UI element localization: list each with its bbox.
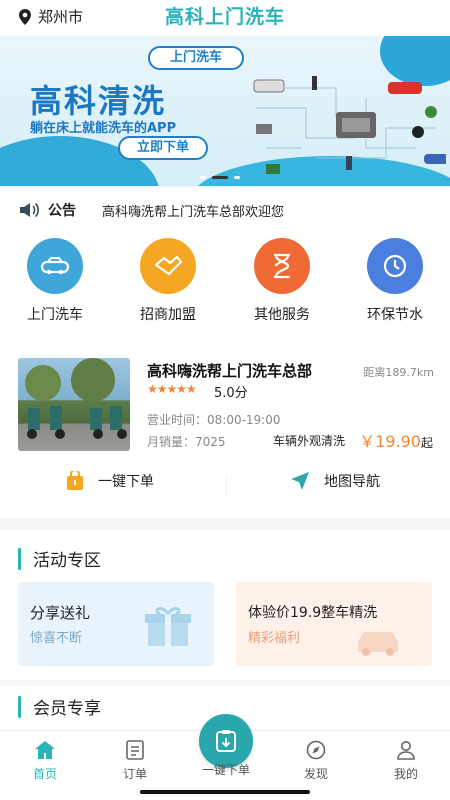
one-click-order-button[interactable]: 一键下单 — [66, 471, 154, 491]
page-title: 高科上门洗车 — [164, 6, 285, 28]
tab-orders[interactable]: 订单 — [100, 739, 170, 782]
banner-title: 高科清洗 — [30, 82, 167, 120]
rating-stars: ★★★★★ — [147, 382, 197, 396]
banner-illustration — [253, 76, 446, 174]
quick-item-label: 其他服务 — [254, 307, 310, 323]
bag-icon — [67, 471, 83, 490]
banner-tag: 上门洗车 — [148, 46, 244, 70]
activity-title: 活动专区 — [33, 551, 101, 571]
section-header: 会员专享 — [18, 694, 101, 719]
promo-title: 体验价19.9整车精洗 — [248, 605, 378, 621]
order-label: 一键下单 — [98, 474, 154, 490]
quick-item-eco[interactable]: 环保节水 — [340, 238, 450, 324]
promo-subtitle: 惊喜不断 — [30, 631, 83, 646]
service-price: ￥19.90起 — [359, 428, 433, 452]
hourglass-icon — [254, 238, 310, 294]
quick-menu: 上门洗车 招商加盟 其他服务 环保节水 — [0, 238, 450, 328]
main-card: 公告 高科嗨洗帮上门洗车总部欢迎您 上门洗车 招商加盟 其他服务 环保节水 高科… — [0, 188, 450, 518]
order-icon — [126, 740, 144, 760]
home-indicator — [140, 790, 310, 794]
price-suffix: 起 — [420, 436, 433, 450]
navigation-arrow-icon — [291, 472, 309, 490]
store-photo — [18, 358, 130, 451]
home-icon — [35, 741, 55, 759]
quick-item-other-services[interactable]: 其他服务 — [227, 238, 337, 324]
clock-icon — [367, 238, 423, 294]
quick-order-icon — [216, 730, 236, 752]
member-title: 会员专享 — [33, 699, 101, 719]
tab-label: 一键下单 — [201, 763, 250, 777]
section-header: 活动专区 — [18, 546, 101, 571]
quick-item-home-wash[interactable]: 上门洗车 — [0, 238, 110, 324]
promo-subtitle: 精彩福利 — [248, 631, 301, 646]
compass-icon — [306, 740, 326, 760]
store-sales: 月销量：7025 — [147, 435, 226, 449]
navigate-label: 地图导航 — [324, 474, 380, 490]
store-hours: 营业时间：08:00-19:00 — [147, 413, 281, 427]
promo-title: 分享送礼 — [30, 604, 91, 622]
car-icon — [27, 238, 83, 294]
quick-item-label: 招商加盟 — [140, 307, 196, 323]
store-name: 高科嗨洗帮上门洗车总部 — [147, 362, 313, 380]
tab-discover[interactable]: 发现 — [281, 739, 351, 782]
tab-profile[interactable]: 我的 — [371, 739, 441, 782]
price-value: ￥19.90 — [359, 432, 421, 451]
top-bar: 郑州市 高科上门洗车 — [0, 0, 450, 36]
tab-label: 我的 — [393, 767, 418, 781]
banner-subtitle: 躺在床上就能洗车的APP — [30, 121, 177, 136]
tab-home[interactable]: 首页 — [10, 739, 80, 782]
notice-text: 高科嗨洗帮上门洗车总部欢迎您 — [102, 204, 285, 220]
notice-bar[interactable]: 公告 高科嗨洗帮上门洗车总部欢迎您 — [18, 200, 284, 220]
quick-item-label: 环保节水 — [367, 307, 423, 323]
promo-card-share[interactable]: 分享送礼 惊喜不断 — [18, 582, 214, 666]
carousel-indicator — [200, 176, 240, 179]
car-wash-icon — [358, 632, 398, 656]
quick-item-label: 上门洗车 — [27, 307, 83, 323]
speaker-icon — [20, 202, 39, 218]
service-name: 车辆外观清洗 — [273, 434, 346, 448]
gift-icon — [145, 607, 191, 646]
user-icon — [397, 741, 415, 760]
banner-cta-button[interactable]: 立即下单 — [118, 136, 208, 160]
store-card[interactable]: 高科嗨洗帮上门洗车总部 距离189.7km ★★★★★ 5.0分 营业时间：08… — [0, 358, 450, 458]
store-actions: 一键下单 地图导航 — [0, 471, 450, 501]
notice-label: 公告 — [48, 203, 76, 219]
tab-quick-order-button[interactable] — [199, 714, 253, 768]
promo-card-trial-wash[interactable]: 体验价19.9整车精洗 精彩福利 — [236, 582, 432, 666]
handshake-icon — [140, 238, 196, 294]
tab-label: 首页 — [32, 767, 57, 781]
promo-banner[interactable]: 上门洗车 高科清洗 躺在床上就能洗车的APP 立即下单 — [0, 36, 450, 186]
quick-item-franchise[interactable]: 招商加盟 — [113, 238, 223, 324]
map-navigation-button[interactable]: 地图导航 — [290, 471, 380, 491]
tab-label: 发现 — [303, 767, 328, 781]
store-distance: 距离189.7km — [363, 366, 434, 379]
tab-label: 订单 — [122, 767, 147, 781]
rating-score: 5.0分 — [214, 386, 248, 401]
